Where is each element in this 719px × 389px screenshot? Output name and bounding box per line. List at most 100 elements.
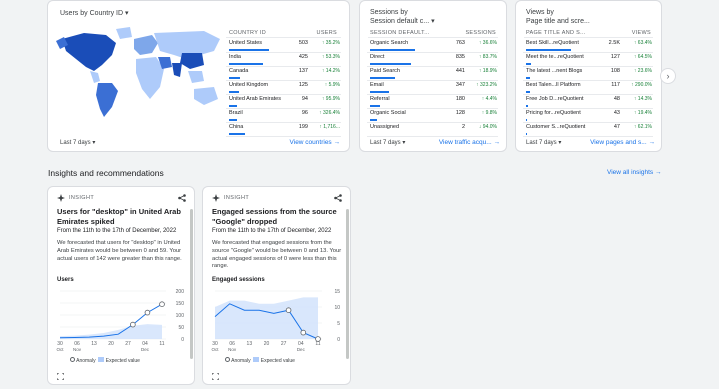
col-session-header[interactable]: SESSION DEFAULT... (370, 30, 430, 36)
x-tick-label: 20 (264, 341, 270, 347)
view-traffic-label: View traffic acqu... (438, 139, 492, 146)
date-range-dropdown[interactable]: Last 7 days ▾ (60, 139, 95, 146)
table-row[interactable]: Organic Search 763 ↑ 36.6% (360, 40, 506, 53)
row-divider (523, 80, 653, 81)
row-bar (526, 91, 530, 93)
arrow-right-icon: → (654, 169, 662, 176)
x-tick-sublabel: Oct (56, 347, 64, 352)
scrollbar[interactable] (346, 209, 349, 359)
row-change: ↑ 14.2% (321, 68, 340, 74)
table-row[interactable]: Free Job D...reQuotient 48 ↑ 14.3% (516, 96, 661, 109)
row-label: Referral (370, 96, 390, 102)
table-row[interactable]: Meet the te...reQuotient 127 ↑ 64.5% (516, 54, 661, 67)
expand-icon[interactable] (212, 373, 219, 380)
table-row[interactable]: Direct 835 ↑ 83.7% (360, 54, 506, 67)
table-row[interactable]: Customer S...reQuotient 47 ↑ 62.1% (516, 124, 661, 137)
date-range-label: Last 7 days (370, 140, 401, 146)
row-change: ↑ 63.4% (633, 40, 652, 46)
dimension-label: by (400, 9, 408, 16)
table-row[interactable]: United Kingdom 125 ↑ 5.9% (48, 82, 349, 95)
row-divider (367, 66, 498, 67)
expand-icon[interactable] (57, 373, 64, 380)
scrollbar[interactable] (190, 209, 193, 359)
table-row[interactable]: Best Skill...reQuotient 2.5K ↑ 63.4% (516, 40, 661, 53)
row-divider (226, 136, 341, 137)
y-tick-label: 10 (334, 305, 340, 311)
table-row[interactable]: Email 347 ↑ 323.2% (360, 82, 506, 95)
row-change: ↑ 5.9% (324, 82, 340, 88)
col-page-header[interactable]: PAGE TITLE AND S... (526, 30, 586, 36)
insight-engaged-chart: 15105030Oct06Nov13 20 27 04Dec11 (211, 289, 340, 352)
row-change: ↑ 36.6% (478, 40, 497, 46)
row-divider (523, 108, 653, 109)
row-change: ↑ 83.7% (478, 54, 497, 60)
row-label: India (229, 54, 241, 60)
date-range-dropdown[interactable]: Last 7 days ▾ (526, 139, 561, 146)
x-tick-sublabel: Oct (211, 347, 219, 352)
row-divider (367, 136, 498, 137)
table-row[interactable]: Brazil 96 ↑ 326.4% (48, 110, 349, 123)
arrow-right-icon: → (648, 139, 656, 146)
insight-chart-label: Users (57, 277, 74, 283)
expected-band (60, 324, 162, 339)
sessions-card: Sessions by Session default c... ▾ SESSI… (359, 0, 507, 152)
row-bar (229, 77, 240, 79)
row-value: 503 (298, 40, 308, 46)
carousel-next-button[interactable]: › (660, 68, 676, 84)
insight-headline: Engaged sessions from the source "Google… (212, 207, 337, 226)
table-row[interactable]: Canada 137 ↑ 14.2% (48, 68, 349, 81)
table-row[interactable]: India 425 ↑ 53.3% (48, 54, 349, 67)
row-label: Organic Search (370, 40, 409, 46)
sparkle-icon (57, 194, 65, 202)
col-sessions-header[interactable]: SESSIONS (465, 30, 496, 36)
view-countries-label: View countries (289, 139, 332, 146)
view-countries-link[interactable]: View countries → (290, 139, 340, 146)
x-tick-sublabel: Dec (141, 347, 150, 352)
anomaly-point (130, 321, 136, 328)
row-value: 2 (461, 124, 465, 130)
table-row[interactable]: Organic Social 128 ↑ 9.8% (360, 110, 506, 123)
countries-card-title[interactable]: Users by Country ID ▾ (60, 9, 129, 18)
view-pages-link[interactable]: View pages and s... → (590, 139, 655, 146)
row-bar (229, 63, 263, 65)
insight-chart-label: Engaged sessions (212, 277, 265, 283)
date-range-dropdown[interactable]: Last 7 days ▾ (370, 139, 405, 146)
table-row[interactable]: Unassigned 2 ↓ 94.0% (360, 124, 506, 137)
share-icon[interactable] (178, 194, 186, 202)
table-row[interactable]: The latest ...nent Blogs 108 ↑ 23.6% (516, 68, 661, 81)
insight-card-engaged[interactable]: INSIGHT Engaged sessions from the source… (202, 186, 351, 385)
row-value: 127 (610, 54, 620, 60)
legend-anomaly-label: Anomaly (76, 358, 96, 364)
table-row[interactable]: United Arab Emirates 94 ↑ 95.9% (48, 96, 349, 109)
table-row[interactable]: Best Talen...ll Platform 117 ↑ 290.0% (516, 82, 661, 95)
table-row[interactable]: China 199 ↑ 1,716... (48, 124, 349, 137)
sparkle-icon (212, 194, 220, 202)
table-row[interactable]: Paid Search 441 ↑ 18.9% (360, 68, 506, 81)
insight-date: From the 11th to the 17th of December, 2… (212, 228, 332, 234)
col-views-header[interactable]: VIEWS (632, 30, 651, 36)
anomaly-point (159, 301, 165, 308)
row-change: ↑ 23.6% (633, 68, 652, 74)
y-tick-label: 50 (178, 325, 184, 331)
table-row[interactable]: Referral 180 ↑ 4.4% (360, 96, 506, 109)
view-all-insights-link[interactable]: View all insights → (607, 169, 661, 176)
share-icon[interactable] (334, 194, 342, 202)
sessions-card-title[interactable]: Sessions by Session default c... ▾ (370, 8, 435, 26)
row-change: ↑ 18.9% (478, 68, 497, 74)
insight-card-users[interactable]: INSIGHT Users for "desktop" in United Ar… (47, 186, 195, 385)
row-label: United Arab Emirates (229, 96, 281, 102)
table-row[interactable]: Pricing for...reQuotient 43 ↑ 19.4% (516, 110, 661, 123)
chart-legend: Anomaly Expected value (225, 357, 295, 364)
row-label: Meet the te...reQuotient (526, 54, 584, 60)
row-value: 199 (298, 124, 308, 130)
col-users-header[interactable]: USERS (317, 30, 337, 36)
pages-card-title[interactable]: Views by Page title and scre... (526, 8, 590, 26)
row-value: 425 (298, 54, 308, 60)
row-divider (367, 52, 498, 53)
col-country-header[interactable]: COUNTRY ID (229, 30, 266, 36)
x-tick-label: 27 (125, 341, 131, 347)
view-traffic-link[interactable]: View traffic acqu... → (439, 139, 500, 146)
x-tick-label: 11 (159, 341, 164, 347)
pages-card: Views by Page title and scre... PAGE TIT… (515, 0, 662, 152)
table-row[interactable]: United States 503 ↑ 35.2% (48, 40, 349, 53)
